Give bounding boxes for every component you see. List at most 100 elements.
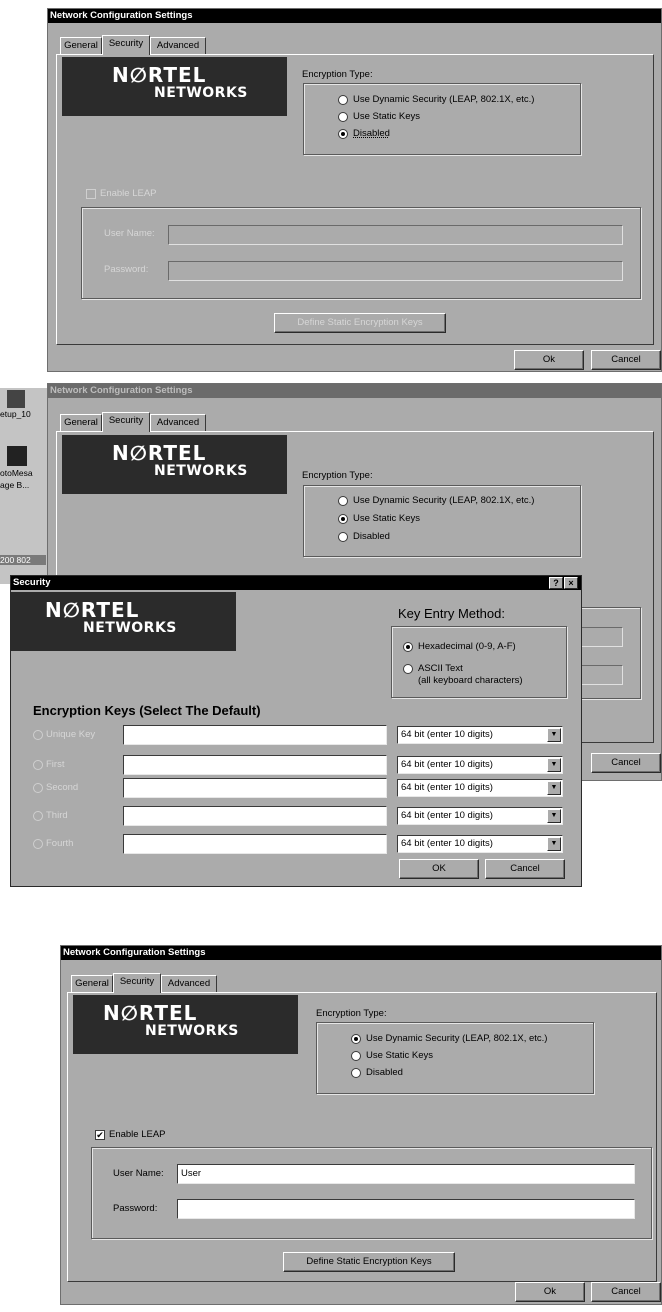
password-label: Password:: [104, 264, 149, 275]
cancel-button[interactable]: Cancel: [591, 1282, 661, 1302]
cancel-button[interactable]: Cancel: [591, 350, 661, 370]
chevron-down-icon[interactable]: ▼: [547, 837, 561, 851]
tab-advanced[interactable]: Advanced: [161, 975, 217, 993]
radio-static-keys[interactable]: [351, 1051, 361, 1061]
tab-general[interactable]: General: [60, 37, 102, 55]
radio-hexadecimal[interactable]: [403, 642, 413, 652]
security-dialog-buttons: OK Cancel: [10, 857, 582, 887]
leap-credentials-group: [91, 1147, 652, 1239]
key-entry-method-label: Key Entry Method:: [398, 606, 505, 621]
logo-line2: NETWORKS: [154, 85, 248, 101]
define-static-keys-button[interactable]: Define Static Encryption Keys: [283, 1252, 455, 1272]
radio-disabled[interactable]: [351, 1068, 361, 1078]
logo-line1: N∅RTEL: [103, 1001, 198, 1025]
key-label-second: Second: [46, 782, 79, 793]
username-label: User Name:: [104, 228, 155, 239]
option-static-keys: Use Static Keys: [353, 513, 421, 524]
fotomesa-icon[interactable]: [7, 446, 27, 466]
encryption-type-label: Encryption Type:: [302, 69, 373, 80]
logo-line1: N∅RTEL: [112, 63, 207, 87]
password-input[interactable]: [168, 261, 623, 281]
radio-second-key[interactable]: [33, 783, 43, 793]
radio-dynamic-security[interactable]: [351, 1034, 361, 1044]
option-dynamic-security: Use Dynamic Security (LEAP, 802.1X, etc.…: [353, 495, 535, 506]
tab-advanced[interactable]: Advanced: [150, 414, 206, 432]
radio-first-key[interactable]: [33, 760, 43, 770]
option-disabled: Disabled: [353, 531, 390, 542]
dialog-ok-button[interactable]: OK: [399, 859, 479, 879]
radio-disabled[interactable]: [338, 129, 348, 139]
encryption-keys-heading: Encryption Keys (Select The Default): [33, 703, 261, 718]
chevron-down-icon[interactable]: ▼: [547, 809, 561, 823]
chevron-down-icon[interactable]: ▼: [547, 758, 561, 772]
window-title: Network Configuration Settings: [61, 946, 661, 960]
cancel-button[interactable]: Cancel: [591, 753, 661, 773]
password-label: Password:: [113, 1203, 158, 1214]
key-size-select-third[interactable]: 64 bit (enter 10 digits) ▼: [397, 807, 563, 825]
security-dialog-lower: Second 64 bit (enter 10 digits) ▼ Third …: [10, 778, 582, 858]
username-input[interactable]: [168, 225, 623, 245]
key-input-third[interactable]: [123, 806, 387, 826]
option-disabled: Disabled: [366, 1067, 403, 1078]
radio-third-key[interactable]: [33, 811, 43, 821]
key-size-select-unique[interactable]: 64 bit (enter 10 digits) ▼: [397, 726, 563, 744]
tab-security[interactable]: Security: [102, 35, 150, 55]
security-dialog: Security ? × N∅RTEL NETWORKS Key Entry M…: [10, 575, 582, 783]
tab-security[interactable]: Security: [102, 412, 150, 432]
key-label-third: Third: [46, 810, 68, 821]
key-size-select-second[interactable]: 64 bit (enter 10 digits) ▼: [397, 779, 563, 797]
ok-button[interactable]: Ok: [515, 1282, 585, 1302]
nortel-logo: N∅RTEL NETWORKS: [73, 995, 298, 1054]
window-title: Network Configuration Settings: [48, 384, 661, 398]
username-input[interactable]: User: [177, 1164, 635, 1184]
username-label: User Name:: [113, 1168, 164, 1179]
radio-disabled[interactable]: [338, 532, 348, 542]
radio-dynamic-security[interactable]: [338, 496, 348, 506]
tab-security[interactable]: Security: [113, 973, 161, 993]
radio-static-keys[interactable]: [338, 514, 348, 524]
key-size-value: 64 bit (enter 10 digits): [401, 838, 493, 849]
key-input-fourth[interactable]: [123, 834, 387, 854]
desktop-icon-label-200: 200 802: [0, 555, 46, 565]
option-static-keys: Use Static Keys: [353, 111, 421, 122]
encryption-type-label: Encryption Type:: [302, 470, 373, 481]
option-dynamic-security: Use Dynamic Security (LEAP, 802.1X, etc.…: [366, 1033, 548, 1044]
enable-leap-checkbox[interactable]: ✔: [95, 1130, 105, 1140]
logo-line1: N∅RTEL: [112, 441, 207, 465]
key-size-value: 64 bit (enter 10 digits): [401, 782, 493, 793]
option-ascii-note: (all keyboard characters): [418, 675, 523, 686]
key-size-select-fourth[interactable]: 64 bit (enter 10 digits) ▼: [397, 835, 563, 853]
desktop-icon-label-fotomesa: otoMesa: [0, 468, 33, 478]
logo-line2: NETWORKS: [145, 1023, 239, 1039]
password-input[interactable]: [177, 1199, 635, 1219]
setup-icon[interactable]: [7, 390, 25, 408]
tab-advanced[interactable]: Advanced: [150, 37, 206, 55]
enable-leap-checkbox[interactable]: [86, 189, 96, 199]
radio-fourth-key[interactable]: [33, 839, 43, 849]
radio-static-keys[interactable]: [338, 112, 348, 122]
key-label-first: First: [46, 759, 65, 770]
tab-general[interactable]: General: [71, 975, 113, 993]
radio-unique-key[interactable]: [33, 730, 43, 740]
dialog-cancel-button[interactable]: Cancel: [485, 859, 565, 879]
tab-general[interactable]: General: [60, 414, 102, 432]
key-input-unique[interactable]: [123, 725, 387, 745]
dialog-title: Security: [11, 576, 581, 590]
chevron-down-icon[interactable]: ▼: [547, 728, 561, 742]
define-static-keys-button[interactable]: Define Static Encryption Keys: [274, 313, 446, 333]
help-button[interactable]: ?: [549, 577, 563, 589]
radio-ascii[interactable]: [403, 664, 413, 674]
key-size-select-first[interactable]: 64 bit (enter 10 digits) ▼: [397, 756, 563, 774]
key-input-second[interactable]: [123, 778, 387, 798]
key-label-fourth: Fourth: [46, 838, 74, 849]
chevron-down-icon[interactable]: ▼: [547, 781, 561, 795]
key-input-first[interactable]: [123, 755, 387, 775]
enable-leap-label: Enable LEAP: [100, 188, 157, 199]
encryption-type-label: Encryption Type:: [316, 1008, 387, 1019]
close-button[interactable]: ×: [564, 577, 578, 589]
radio-dynamic-security[interactable]: [338, 95, 348, 105]
option-static-keys: Use Static Keys: [366, 1050, 434, 1061]
ok-button[interactable]: Ok: [514, 350, 584, 370]
option-hexadecimal: Hexadecimal (0-9, A-F): [418, 641, 516, 652]
nortel-logo: N∅RTEL NETWORKS: [62, 57, 287, 116]
